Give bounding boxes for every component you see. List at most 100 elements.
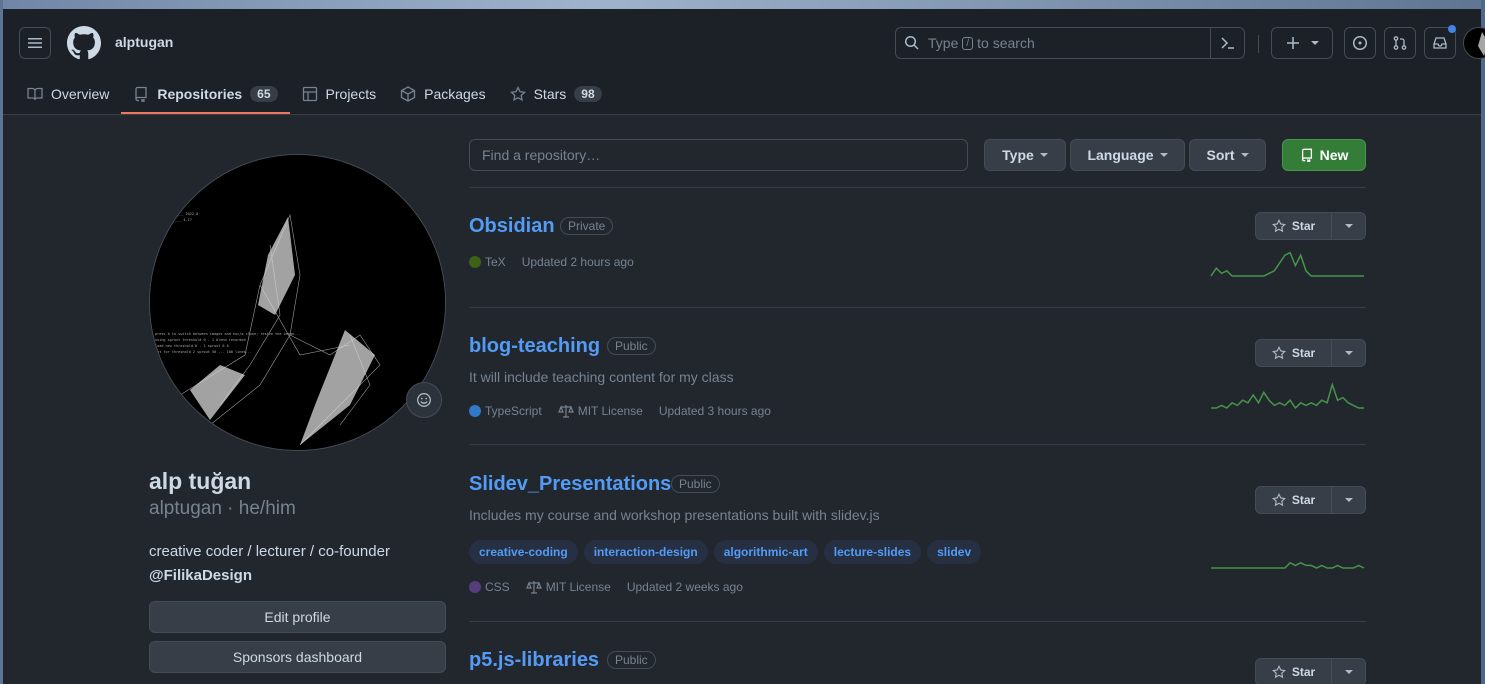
hamburger-icon [28,38,42,48]
topic-tag[interactable]: creative-coding [469,540,578,564]
star-icon [1271,219,1286,233]
topic-tag[interactable]: interaction-design [583,540,708,564]
issues-button[interactable] [1344,27,1376,59]
star-label: Star [1291,219,1316,233]
star-list-dropdown[interactable] [1332,339,1366,367]
type-filter-button[interactable]: Type [984,139,1066,171]
search-placeholder-suffix: to search [977,35,1035,51]
repositories-count-badge: 65 [250,86,278,102]
language-label: TypeScript [485,404,542,418]
search-shortcut-key: / [962,36,974,50]
tab-packages[interactable]: Packages [388,75,497,113]
chevron-down-icon [1039,153,1048,157]
repo-meta: TeX Updated 2 hours ago [469,255,634,269]
topic-tag[interactable]: slidev [927,540,982,564]
svg-text:using sprout threshold 0 - 1 b: using sprout threshold 0 - 1 blend recor… [155,338,246,342]
svg-text:load new threshold 0 - 1 sprou: load new threshold 0 - 1 sprout 0 0 [155,344,229,348]
profile-full-name: alp tuğan [149,468,252,494]
tab-overview[interactable]: Overview [15,75,121,113]
license-label: MIT License [577,404,643,418]
menu-button[interactable] [19,27,51,59]
star-icon [1271,346,1286,360]
svg-text:___ 4.17: ___ 4.17 [175,218,192,222]
activity-sparkline [1210,251,1364,277]
user-avatar[interactable] [1463,27,1485,59]
star-list-dropdown[interactable] [1332,486,1366,514]
profile-handle: alptugan · he/him [149,498,296,519]
repo-license: MIT License [557,404,643,418]
sparkline-path [1211,382,1364,410]
repo-updated: Updated 2 hours ago [521,255,634,269]
repo-description: Includes my course and workshop presenta… [469,507,880,523]
table-icon [302,86,318,102]
star-list-dropdown[interactable] [1332,212,1366,240]
github-logo-icon[interactable] [67,26,101,60]
visibility-badge: Public [671,475,720,493]
chevron-down-icon [1344,224,1353,228]
topic-tag[interactable]: lecture-slides [823,540,922,564]
create-new-button[interactable] [1271,27,1333,59]
repo-description: It will include teaching content for my … [469,369,734,385]
tab-label: Overview [51,86,110,102]
find-repository-input[interactable]: Find a repository… [469,139,968,171]
chevron-down-icon [1344,498,1353,502]
topic-tag[interactable]: algorithmic-art [713,540,818,564]
repo-icon [1301,148,1312,162]
star-button[interactable]: Star [1255,339,1332,367]
tab-repositories[interactable]: Repositories 65 [121,75,290,114]
repo-language: TypeScript [469,404,542,418]
tab-label: Packages [424,86,486,102]
list-divider [469,307,1366,308]
star-button[interactable]: Star [1255,212,1332,240]
set-status-button[interactable] [406,382,442,418]
visibility-badge: Private [560,217,614,235]
repo-meta: TypeScript MIT License Updated 3 hours a… [469,404,771,418]
notification-indicator [1448,25,1456,33]
profile-tabs: Overview Repositories 65 Projects Packag… [15,75,614,115]
tab-stars[interactable]: Stars 98 [498,75,614,113]
list-divider [469,187,1366,188]
topic-list: creative-coding interaction-design algor… [469,540,982,564]
star-list-dropdown[interactable] [1332,658,1366,684]
repo-name-link[interactable]: blog-teaching [469,335,600,358]
chevron-down-icon [1159,153,1168,157]
star-label: Star [1291,493,1316,507]
terminal-icon [1220,37,1234,49]
pull-requests-button[interactable] [1384,27,1416,59]
profile-avatar[interactable]: press b to switch between images and esc… [149,154,446,451]
star-button-group: Star [1255,339,1366,367]
profile-bio: creative coder / lecturer / co-founder @… [149,540,449,588]
language-label: TeX [485,255,506,269]
tab-projects[interactable]: Projects [290,75,389,113]
chevron-down-icon [1311,41,1319,45]
book-icon [27,86,43,102]
window-top-strip [0,0,1485,9]
repo-name-link[interactable]: p5.js-libraries [469,649,599,672]
package-icon [400,86,416,102]
new-repository-button[interactable]: New [1282,139,1366,171]
issue-opened-icon [1352,35,1368,51]
sparkline-path [1210,251,1364,277]
star-button[interactable]: Star [1255,486,1332,514]
edit-profile-button[interactable]: Edit profile [149,601,446,633]
header-username[interactable]: alptugan [115,34,173,50]
repo-license: MIT License [525,580,611,594]
svg-text:not for threshold 2 sprout 50: not for threshold 2 sprout 50 ... 100 li… [155,350,252,354]
search-input[interactable]: Type / to search [895,27,1245,59]
star-icon [1271,493,1286,507]
repo-name-link[interactable]: Slidev_Presentations [469,473,671,496]
search-icon [904,35,919,50]
tab-label: Stars [533,86,567,102]
header-divider [1258,35,1259,53]
chevron-down-icon [1240,153,1249,157]
repo-name-link[interactable]: Obsidian [469,215,555,238]
language-filter-button[interactable]: Language [1070,139,1185,171]
sort-button[interactable]: Sort [1189,139,1266,171]
inbox-icon [1433,37,1447,49]
org-link[interactable]: @FilikaDesign [149,564,449,588]
star-button[interactable]: Star [1255,658,1332,684]
sponsors-dashboard-button[interactable]: Sponsors dashboard [149,641,446,673]
smiley-icon [417,393,431,407]
repo-updated: Updated 2 weeks ago [626,580,743,594]
command-palette-button[interactable] [1210,28,1244,58]
